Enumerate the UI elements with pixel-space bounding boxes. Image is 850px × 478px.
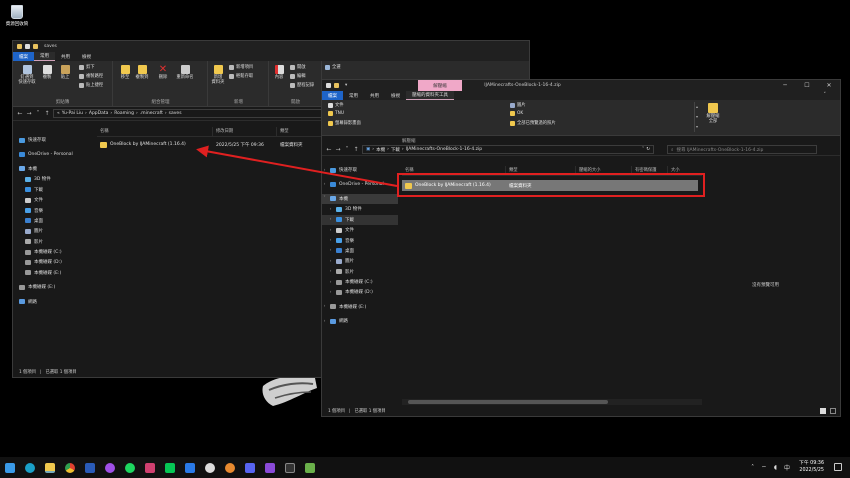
windows-start-icon[interactable]	[5, 462, 15, 473]
messenger-icon[interactable]	[105, 462, 115, 473]
photos-icon[interactable]	[145, 462, 155, 473]
notification-icon[interactable]	[834, 463, 842, 471]
discord-icon[interactable]	[245, 462, 255, 473]
app-icon[interactable]	[225, 462, 235, 473]
clock-time: 下午 09:36	[799, 461, 824, 466]
line-icon[interactable]	[165, 462, 175, 473]
language-icon[interactable]: 中	[784, 463, 790, 472]
github-icon[interactable]	[205, 462, 215, 473]
volume-icon[interactable]: ◖	[774, 464, 777, 471]
chevron-up-icon[interactable]: ˄	[751, 464, 754, 471]
taskbar: ˄ ⌔ ◖ 中 下午 09:36 2022/5/25	[0, 457, 850, 478]
edge-icon[interactable]	[25, 462, 35, 473]
system-tray: ˄ ⌔ ◖ 中	[751, 457, 790, 478]
file-explorer-icon[interactable]	[45, 462, 55, 473]
spotify-icon[interactable]	[125, 462, 135, 473]
chrome-icon[interactable]	[65, 462, 75, 473]
visual-studio-icon[interactable]	[265, 462, 275, 473]
clock-date: 2022/5/25	[799, 468, 824, 473]
terminal-icon[interactable]	[285, 462, 295, 473]
clock[interactable]: 下午 09:36 2022/5/25	[799, 460, 824, 474]
word-icon[interactable]	[85, 462, 95, 473]
todo-icon[interactable]	[185, 462, 195, 473]
annotation-arrow	[196, 145, 398, 187]
minecraft-icon[interactable]	[305, 462, 315, 473]
wifi-icon[interactable]: ⌔	[761, 464, 767, 472]
